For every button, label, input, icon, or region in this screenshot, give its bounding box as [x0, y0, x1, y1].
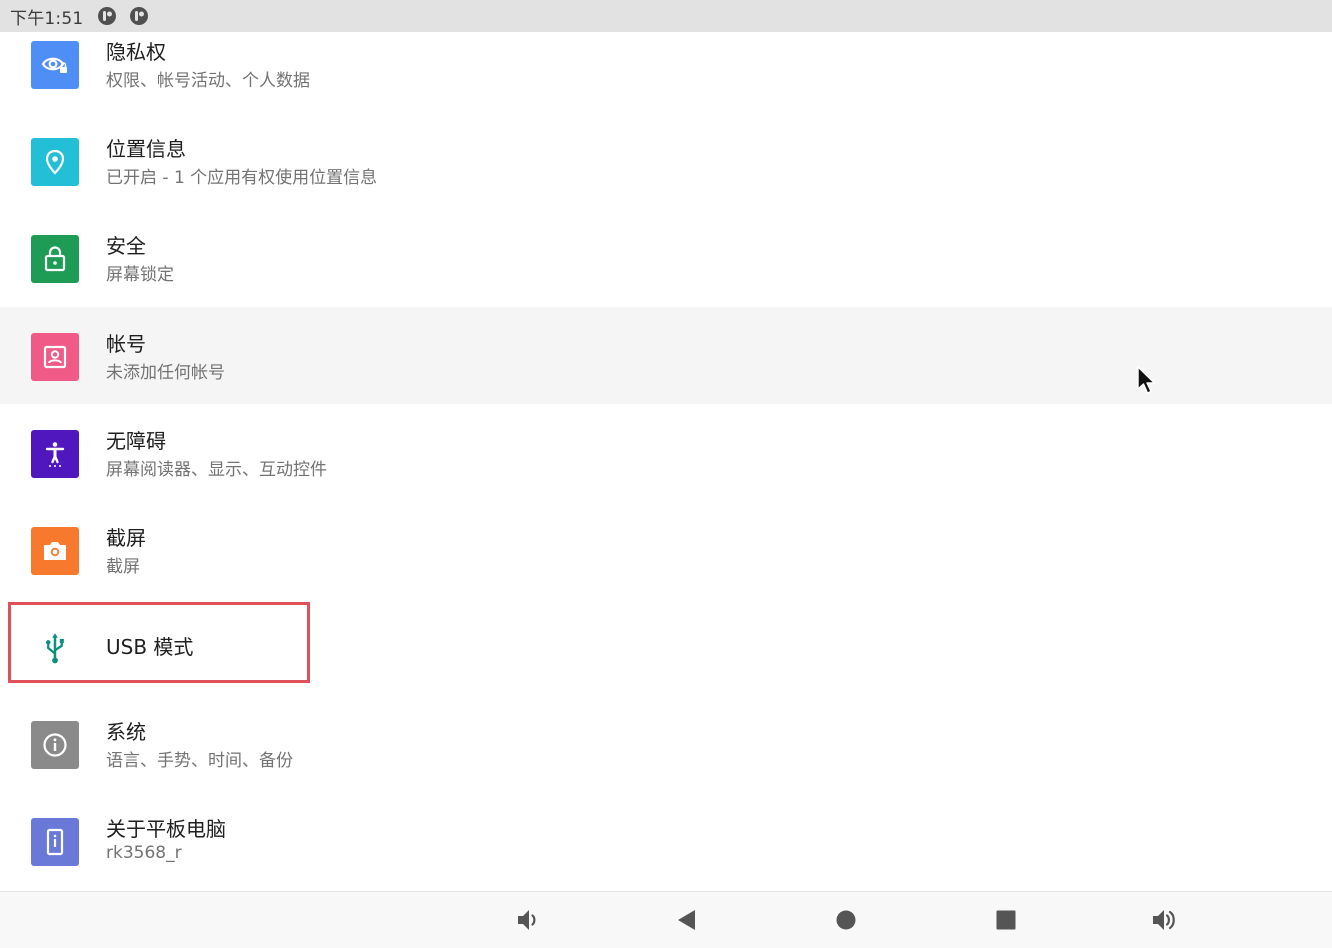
home-button[interactable]	[832, 906, 860, 934]
settings-item-summary: 截屏	[106, 557, 140, 577]
settings-item-title: 隐私权	[106, 40, 166, 64]
settings-item-title: 截屏	[106, 526, 146, 550]
settings-item-security[interactable]: 安全 屏幕锁定	[0, 209, 1332, 306]
status-bar: 下午1:51	[0, 0, 1332, 32]
info-icon	[43, 733, 67, 757]
navigation-bar	[0, 891, 1332, 948]
settings-item-accessibility[interactable]: 无障碍 屏幕阅读器、显示、互动控件	[0, 404, 1332, 501]
usb-icon-tile	[31, 624, 79, 672]
about-icon-tile	[31, 818, 79, 866]
location-icon-tile	[31, 138, 79, 186]
settings-item-summary: 权限、帐号活动、个人数据	[106, 71, 310, 91]
settings-item-privacy[interactable]: 隐私权 权限、帐号活动、个人数据	[0, 32, 1332, 112]
settings-item-usb-mode[interactable]: USB 模式	[0, 598, 1332, 695]
settings-item-title: 安全	[106, 234, 146, 258]
account-box-icon	[43, 345, 67, 369]
back-icon	[678, 910, 695, 930]
volume-up-button[interactable]	[1151, 906, 1179, 934]
status-time: 下午1:51	[10, 8, 84, 29]
notification-app-icon	[130, 7, 149, 25]
usb-icon	[45, 633, 64, 664]
back-button[interactable]	[673, 906, 701, 934]
settings-item-title: 位置信息	[106, 137, 186, 161]
settings-item-title: 无障碍	[106, 429, 166, 453]
settings-item-screenshot[interactable]: 截屏 截屏	[0, 501, 1332, 598]
lock-icon	[44, 246, 66, 272]
settings-item-accounts[interactable]: 帐号 未添加任何帐号	[0, 307, 1332, 404]
accounts-icon-tile	[31, 333, 79, 381]
accessibility-icon-tile	[31, 430, 79, 478]
system-icon-tile	[31, 721, 79, 769]
privacy-icon-tile	[31, 41, 79, 89]
recents-icon	[996, 910, 1016, 930]
settings-item-title: 帐号	[106, 332, 146, 356]
location-pin-icon	[45, 149, 65, 175]
tablet-info-icon	[46, 828, 64, 856]
volume-down-icon	[518, 910, 536, 930]
security-icon-tile	[31, 235, 79, 283]
settings-list: 隐私权 权限、帐号活动、个人数据 位置信息 已开启 - 1 个应用有权使用位置信…	[0, 32, 1332, 891]
settings-item-title: 系统	[106, 720, 146, 744]
volume-down-button[interactable]	[515, 906, 543, 934]
notification-app-icon	[98, 7, 117, 25]
settings-item-summary: 语言、手势、时间、备份	[106, 751, 293, 771]
home-icon	[836, 910, 856, 930]
settings-item-summary: rk3568_r	[106, 843, 182, 863]
settings-screen: 下午1:51 隐私权 权限、帐号活动、个人数据 位置信息 已开启 - 1 个应用…	[0, 0, 1332, 948]
settings-item-summary: 屏幕阅读器、显示、互动控件	[106, 460, 327, 480]
settings-item-title: USB 模式	[106, 635, 194, 659]
accessibility-icon	[45, 442, 65, 467]
screenshot-icon-tile	[31, 527, 79, 575]
recents-button[interactable]	[992, 906, 1020, 934]
settings-item-summary: 屏幕锁定	[106, 265, 174, 285]
settings-item-location[interactable]: 位置信息 已开启 - 1 个应用有权使用位置信息	[0, 112, 1332, 209]
settings-item-title: 关于平板电脑	[106, 817, 226, 841]
mouse-cursor-icon	[1137, 366, 1156, 394]
volume-up-icon	[1153, 910, 1175, 930]
settings-item-about-tablet[interactable]: 关于平板电脑 rk3568_r	[0, 792, 1332, 889]
settings-item-system[interactable]: 系统 语言、手势、时间、备份	[0, 695, 1332, 792]
privacy-eye-icon	[41, 57, 67, 73]
settings-item-summary: 未添加任何帐号	[106, 363, 225, 383]
settings-item-summary: 已开启 - 1 个应用有权使用位置信息	[106, 168, 378, 188]
camera-icon	[44, 542, 66, 560]
